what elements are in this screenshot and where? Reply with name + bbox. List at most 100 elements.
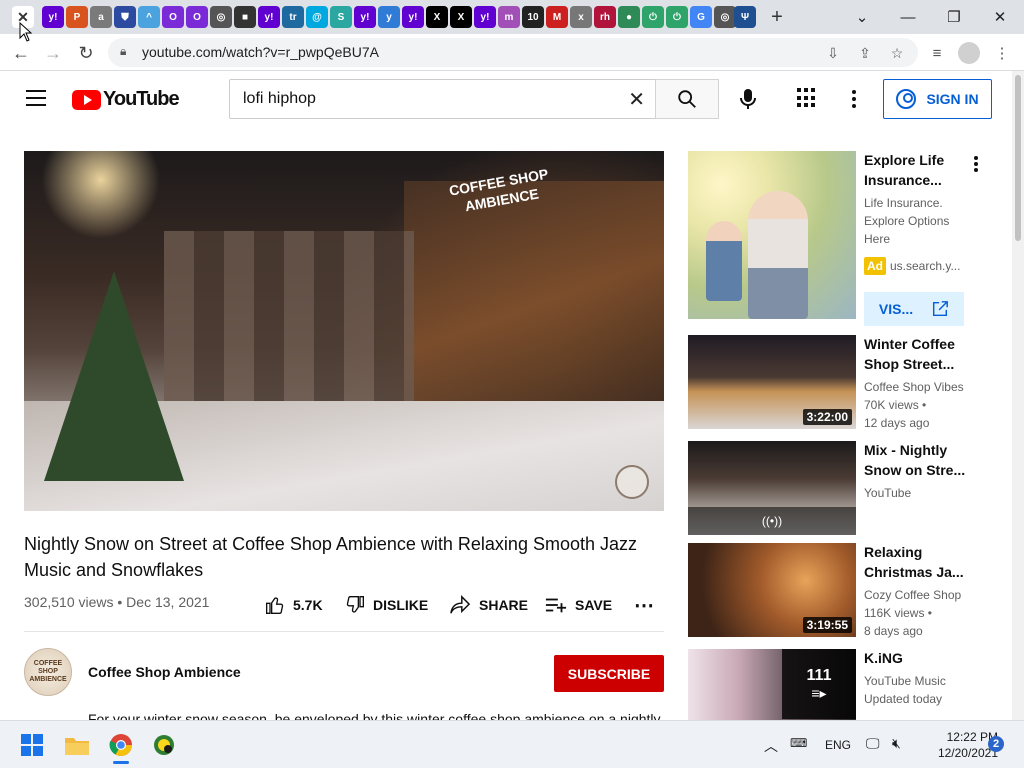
tab-arrow-up-icon[interactable]: ^ <box>138 6 160 28</box>
tray-chevron-icon[interactable]: ︿ <box>764 736 778 756</box>
tab-leaf-icon[interactable]: ● <box>618 6 640 28</box>
tab-power-icon[interactable]: ⏻ <box>642 6 664 28</box>
forward-button[interactable]: → <box>40 40 66 66</box>
back-button[interactable]: ← <box>8 40 34 66</box>
page-scrollbar[interactable] <box>1012 71 1024 720</box>
media-control-icon[interactable]: ≡ <box>925 41 949 65</box>
channel-name[interactable]: Cozy Coffee Shop <box>864 586 974 604</box>
save-button[interactable]: SAVE <box>545 594 612 616</box>
tab-circle-o-icon[interactable]: O <box>186 6 208 28</box>
settings-more-icon[interactable] <box>848 88 860 110</box>
share-icon[interactable]: ⇪ <box>854 42 876 64</box>
tab-m-red-icon[interactable]: M <box>546 6 568 28</box>
app-globe-icon[interactable] <box>150 731 178 759</box>
playlist-thumbnail[interactable]: 111 ≡▸ <box>688 649 856 720</box>
menu-icon[interactable] <box>26 90 46 106</box>
tab-yahoo-icon[interactable]: y! <box>474 6 496 28</box>
clear-search-icon[interactable]: ✕ <box>628 87 645 112</box>
new-tab-button[interactable]: + <box>766 5 788 29</box>
share-button[interactable]: SHARE <box>449 594 528 616</box>
video-thumbnail[interactable]: 3:22:00 <box>688 335 856 429</box>
restore-button[interactable]: ❐ <box>934 4 974 30</box>
keyboard-icon[interactable]: ⌨ <box>790 736 807 750</box>
ad-more-icon[interactable] <box>970 155 982 173</box>
windows-start-icon[interactable] <box>18 731 46 759</box>
video-frame-shopfront <box>404 181 664 431</box>
video-thumbnail[interactable]: 3:19:55 <box>688 543 856 637</box>
tab-m-icon[interactable]: m <box>498 6 520 28</box>
tab-yahoo-icon[interactable]: y! <box>42 6 64 28</box>
tab-asg-icon[interactable]: a <box>90 6 112 28</box>
ad-badge: Ad <box>864 257 886 275</box>
profile-icon[interactable] <box>957 41 981 65</box>
tab-globe-icon[interactable]: ◎ <box>714 6 736 28</box>
ad-title[interactable]: Explore Life Insurance... <box>864 150 974 190</box>
language-indicator[interactable]: ENG <box>825 738 851 752</box>
channel-name[interactable]: YouTube <box>864 484 974 502</box>
playlist-add-icon <box>545 598 567 613</box>
tab-globe-icon[interactable]: ◎ <box>210 6 232 28</box>
volume-muted-icon[interactable]: 🔇︎ <box>892 735 901 752</box>
sign-in-button[interactable]: SIGN IN <box>883 79 992 119</box>
tab-trello-icon[interactable]: tr <box>282 6 304 28</box>
voice-search-button[interactable] <box>734 85 762 113</box>
visit-site-button[interactable]: VIS... <box>864 292 964 326</box>
tab-yahoo-icon[interactable]: y! <box>354 6 376 28</box>
channel-name[interactable]: Coffee Shop Vibes <box>864 378 974 396</box>
tab-ps-icon[interactable]: P <box>66 6 88 28</box>
channel-name[interactable]: YouTube Music <box>864 672 974 690</box>
close-window-button[interactable]: ✕ <box>980 4 1020 30</box>
tab-search-icon[interactable]: ⌄ <box>842 4 882 30</box>
tab-google-icon[interactable]: G <box>690 6 712 28</box>
tab-ten-icon[interactable]: 10 <box>522 6 544 28</box>
scrollbar-thumb[interactable] <box>1015 75 1021 241</box>
video-title-link[interactable]: Relaxing Christmas Ja... <box>864 542 974 582</box>
tab-y-icon[interactable]: y <box>378 6 400 28</box>
mix-thumbnail[interactable]: ((•)) <box>688 441 856 535</box>
tab-x-small-icon[interactable]: x <box>570 6 592 28</box>
tab-rh-icon[interactable]: rh <box>594 6 616 28</box>
system-clock[interactable]: 12:22 PM 12/20/2021 <box>916 729 998 761</box>
tab-att-icon[interactable]: @ <box>306 6 328 28</box>
search-input[interactable]: lofi hiphop ✕ <box>229 79 656 119</box>
tab-yahoo-icon[interactable]: y! <box>402 6 424 28</box>
reload-button[interactable]: ↻ <box>73 40 99 66</box>
chrome-icon[interactable] <box>107 731 135 764</box>
like-button[interactable]: 5.7K <box>265 594 323 616</box>
playlist-title-link[interactable]: K.iNG <box>864 648 974 668</box>
bookmark-star-icon[interactable]: ☆ <box>886 42 908 64</box>
url-text[interactable]: youtube.com/watch?v=r_pwpQeBU7A <box>142 44 379 60</box>
channel-name[interactable]: Coffee Shop Ambience <box>88 664 241 680</box>
video-player[interactable]: COFFEE SHOP AMBIENCE <box>24 151 664 511</box>
minimize-button[interactable]: — <box>888 4 928 30</box>
address-bar[interactable]: 🔒︎ youtube.com/watch?v=r_pwpQeBU7A ⇩ ⇪ ☆ <box>108 38 918 67</box>
channel-avatar[interactable]: COFFEE SHOP AMBIENCE <box>24 648 72 696</box>
tab-yahoo-icon[interactable]: y! <box>258 6 280 28</box>
video-title-link[interactable]: Winter Coffee Shop Street... <box>864 334 974 374</box>
install-icon[interactable]: ⇩ <box>822 42 844 64</box>
tab-x-icon[interactable]: X <box>450 6 472 28</box>
visit-label: VIS... <box>878 301 914 317</box>
search-value[interactable]: lofi hiphop <box>243 90 316 108</box>
ad-thumbnail[interactable] <box>688 151 856 319</box>
tab-circle-o-icon[interactable]: O <box>162 6 184 28</box>
channel-watermark[interactable] <box>615 465 649 499</box>
file-explorer-icon[interactable] <box>63 731 91 759</box>
search-button[interactable] <box>655 79 719 119</box>
chrome-menu-icon[interactable]: ⋮ <box>990 41 1014 65</box>
video-title-link[interactable]: Mix - Nightly Snow on Stre... <box>864 440 974 480</box>
tab-cube-icon[interactable]: ■ <box>234 6 256 28</box>
tab-power-icon[interactable]: ⏻ <box>666 6 688 28</box>
tab-s-icon[interactable]: S <box>330 6 352 28</box>
subscribe-button[interactable]: SUBSCRIBE <box>554 655 664 692</box>
tab-psi-icon[interactable]: Ψ <box>734 6 756 28</box>
youtube-logo[interactable]: YouTube <box>72 88 180 111</box>
tab-x-icon[interactable]: X <box>426 6 448 28</box>
dislike-button[interactable]: DISLIKE <box>345 594 428 616</box>
apps-grid-icon[interactable] <box>797 88 817 108</box>
network-icon[interactable]: 🖵︎ <box>866 735 880 752</box>
tab-shield-icon[interactable]: ⛊ <box>114 6 136 28</box>
browser-toolbar: ← → ↻ 🔒︎ youtube.com/watch?v=r_pwpQeBU7A… <box>0 34 1024 71</box>
more-actions-icon[interactable]: ⋯ <box>634 594 654 617</box>
notification-badge[interactable]: 2 <box>988 736 1004 752</box>
